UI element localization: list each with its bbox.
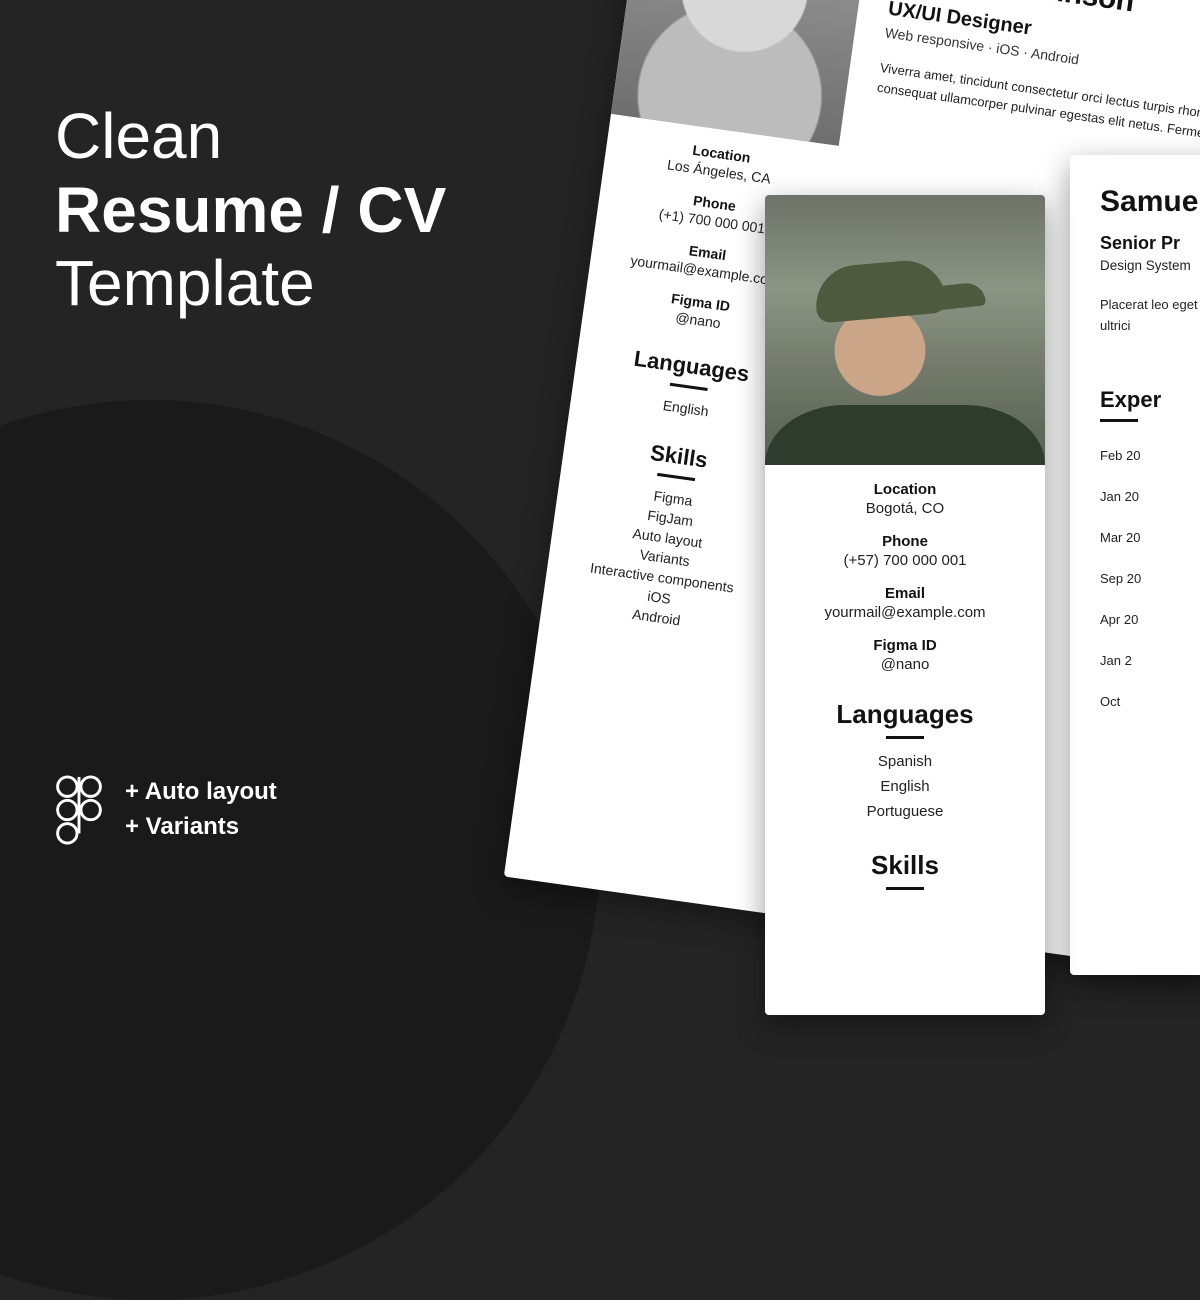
email-label: Email bbox=[785, 585, 1025, 602]
email-value: yourmail@example.com bbox=[785, 604, 1025, 621]
date-item: Jan 2 bbox=[1100, 653, 1200, 668]
section-rule bbox=[670, 383, 708, 391]
date-item: Mar 20 bbox=[1100, 530, 1200, 545]
title-line-3: Template bbox=[55, 247, 446, 321]
title-line-1: Clean bbox=[55, 100, 446, 174]
resume-card-front: Location Bogotá, CO Phone (+57) 700 000 … bbox=[765, 195, 1045, 1015]
location-value: Bogotá, CO bbox=[785, 500, 1025, 517]
date-item: Oct bbox=[1100, 694, 1200, 709]
resume-card-samuel: Samuel Senior Pr Design System Placerat … bbox=[1070, 155, 1200, 975]
language-item: Spanish bbox=[765, 749, 1045, 774]
section-rule bbox=[886, 736, 924, 739]
section-rule bbox=[657, 473, 695, 481]
languages-heading: Languages bbox=[765, 699, 1045, 730]
section-rule bbox=[1100, 419, 1138, 422]
avatar-front bbox=[765, 195, 1045, 465]
feature-auto-layout: + Auto layout bbox=[125, 775, 277, 810]
date-item: Sep 20 bbox=[1100, 571, 1200, 586]
phone-label: Phone bbox=[785, 533, 1025, 550]
promo-title: Clean Resume / CV Template bbox=[55, 100, 446, 321]
resume-summary: Placerat leo eget nullam pharetra. lorem… bbox=[1100, 295, 1200, 337]
location-label: Location bbox=[785, 481, 1025, 498]
skills-heading: Skills bbox=[765, 850, 1045, 881]
date-item: Jan 20 bbox=[1100, 489, 1200, 504]
figma-icon bbox=[55, 775, 103, 845]
language-item: Portuguese bbox=[765, 799, 1045, 824]
title-line-2: Resume / CV bbox=[55, 174, 446, 248]
resume-role: Senior Pr bbox=[1100, 233, 1200, 254]
phone-value: (+57) 700 000 001 bbox=[785, 552, 1025, 569]
date-item: Apr 20 bbox=[1100, 612, 1200, 627]
date-item: Feb 20 bbox=[1100, 448, 1200, 463]
features-row: + Auto layout + Variants bbox=[55, 775, 277, 845]
language-item: English bbox=[765, 774, 1045, 799]
figma-id-value: @nano bbox=[785, 656, 1025, 673]
section-rule bbox=[886, 887, 924, 890]
feature-variants: + Variants bbox=[125, 810, 277, 845]
resume-subrole: Design System bbox=[1100, 258, 1200, 273]
promo-title-block: Clean Resume / CV Template bbox=[55, 100, 446, 321]
figma-id-label: Figma ID bbox=[785, 637, 1025, 654]
feature-lines: + Auto layout + Variants bbox=[125, 775, 277, 845]
resume-name: Samuel bbox=[1100, 185, 1200, 219]
experience-heading: Exper bbox=[1100, 387, 1200, 413]
